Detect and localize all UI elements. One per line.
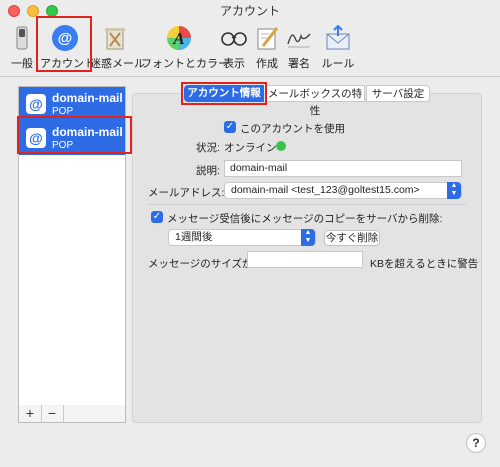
toolbar-label-fonts-colors: フォントとカラー [141, 58, 229, 70]
toolbar-signatures[interactable]: 署名 [284, 22, 314, 72]
toolbar-label-junk: 迷惑メール [90, 58, 145, 70]
glasses-icon [221, 32, 247, 46]
compose-pencil-icon [257, 27, 279, 50]
status-online-indicator [276, 141, 286, 151]
email-address-value: domain-mail <test_123@goltest15.com> [231, 184, 420, 196]
status-value: オンライン [224, 142, 277, 154]
toolbar-label-signatures: 署名 [288, 58, 310, 70]
rules-envelope-icon [326, 24, 350, 50]
tab-server-settings[interactable]: サーバ設定 [366, 85, 430, 102]
message-size-label: メッセージのサイズが [148, 258, 253, 270]
accounts-tab-highlight [36, 16, 92, 72]
general-switch-icon [16, 26, 28, 50]
account-name: domain-mail [52, 91, 123, 105]
toolbar-junk[interactable]: 迷惑メール [90, 22, 145, 72]
message-size-field[interactable] [247, 251, 363, 268]
toolbar-label-general: 一般 [11, 58, 33, 70]
remove-now-button[interactable]: 今すぐ削除 [324, 230, 380, 246]
remove-period-popup[interactable]: 1週間後 ▲ ▼ [168, 229, 316, 246]
toolbar-divider [0, 76, 500, 77]
remove-copy-label: メッセージ受信後にメッセージのコピーをサーバから削除: [167, 213, 443, 225]
tab-mailbox-behaviors[interactable]: メールボックスの特性 [265, 85, 365, 117]
signature-icon [287, 33, 311, 48]
close-window-button[interactable] [8, 5, 20, 17]
junk-trash-icon [105, 28, 125, 50]
remove-copy-checkbox[interactable]: ✓ [151, 211, 163, 223]
toolbar-general[interactable]: 一般 [4, 22, 40, 72]
section-divider [148, 204, 466, 205]
toolbar-label-viewing: 表示 [223, 58, 245, 70]
toolbar-label-composing: 作成 [256, 58, 278, 70]
description-label: 説明: [196, 165, 220, 177]
enable-account-label: このアカウントを使用 [240, 123, 345, 135]
period-popup-chevron-icon: ▲ ▼ [301, 229, 315, 246]
remove-account-button[interactable]: − [41, 405, 64, 422]
email-address-label: メールアドレス: [148, 187, 225, 199]
window-title: アカウント [219, 4, 280, 18]
toolbar-label-rules: ルール [321, 58, 355, 70]
toolbar-composing[interactable]: 作成 [252, 22, 282, 72]
account-info-tab-highlight [181, 82, 267, 105]
font-color-icon: A [167, 26, 191, 50]
description-field[interactable]: domain-mail [224, 160, 462, 177]
toolbar-fonts-colors[interactable]: A フォントとカラー [141, 22, 229, 72]
enable-account-checkbox[interactable]: ✓ [224, 121, 236, 133]
svg-text:A: A [172, 29, 184, 48]
add-account-button[interactable]: + [19, 405, 42, 422]
status-label: 状況: [196, 142, 220, 154]
toolbar-rules[interactable]: ルール [319, 22, 357, 72]
toolbar-viewing[interactable]: 表示 [219, 22, 249, 72]
accounts-list-footer: + − [18, 405, 126, 423]
help-button[interactable]: ? [466, 433, 486, 453]
remove-period-value: 1週間後 [175, 231, 213, 243]
account-at-icon: @ [26, 94, 46, 114]
account-selection-highlight [17, 116, 132, 154]
message-size-suffix: KBを超えるときに警告 [370, 258, 479, 270]
email-popup-chevron-icon: ▲ ▼ [447, 182, 461, 199]
email-address-popup[interactable]: domain-mail <test_123@goltest15.com> ▲ ▼ [224, 182, 462, 199]
